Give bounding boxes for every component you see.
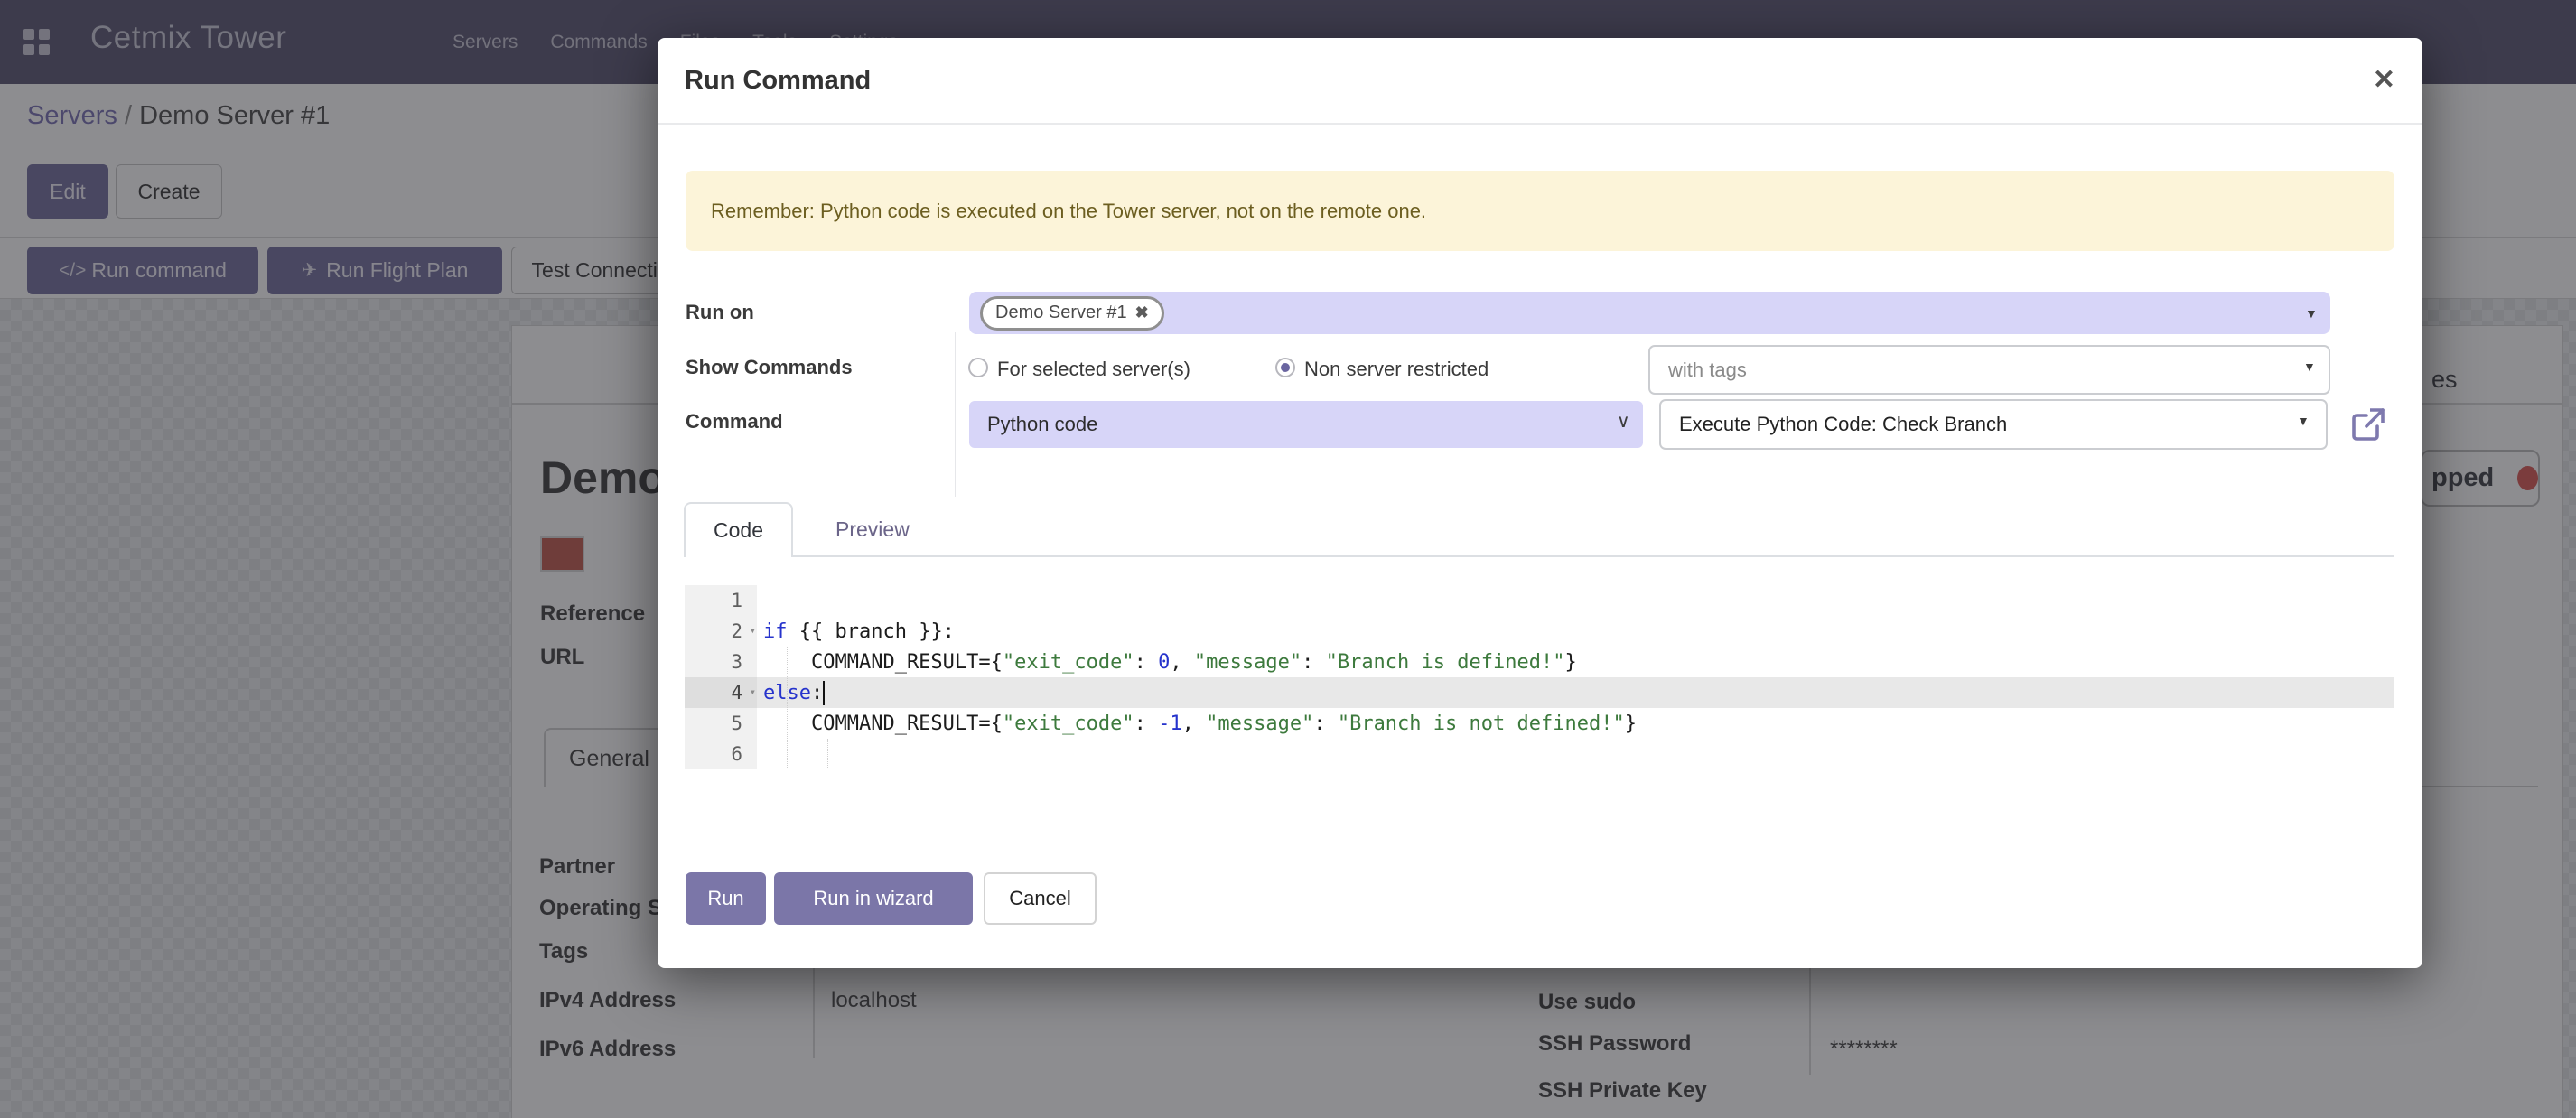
code-line-2[interactable]: 2▾if {{ branch }}: (685, 616, 2394, 647)
tab-preview[interactable]: Preview (835, 502, 910, 557)
fold-caret-icon[interactable]: ▾ (750, 624, 756, 637)
code-text: if {{ branch }}: (757, 616, 2394, 647)
external-link-icon[interactable] (2350, 406, 2386, 443)
run-on-field[interactable]: Demo Server #1 ✖ (969, 292, 2330, 334)
line-number: 1 (685, 585, 757, 616)
show-commands-label: Show Commands (686, 356, 853, 379)
radio-for-selected-servers[interactable] (968, 358, 988, 377)
code-text (757, 585, 2394, 616)
code-line-6[interactable]: 6 (685, 739, 2394, 769)
indent-guide (827, 739, 828, 769)
text-cursor (823, 681, 825, 705)
indent-guide (787, 647, 788, 769)
line-number: 6 (685, 739, 757, 769)
code-text: COMMAND_RESULT={"exit_code": -1, "messag… (757, 708, 2394, 739)
line-number: 3 (685, 647, 757, 677)
python-warning-banner: Remember: Python code is executed on the… (686, 171, 2394, 251)
dialog-header: Run Command ✕ (658, 38, 2422, 125)
code-line-3[interactable]: 3 COMMAND_RESULT={"exit_code": 0, "messa… (685, 647, 2394, 677)
radio-non-server-restricted[interactable] (1275, 358, 1295, 377)
radio-non-server-restricted-label[interactable]: Non server restricted (1304, 358, 1489, 381)
dropdown-caret-icon[interactable]: ▼ (2297, 414, 2310, 428)
command-label: Command (686, 410, 783, 433)
run-button[interactable]: Run (686, 872, 766, 925)
dialog-title: Run Command (685, 66, 871, 96)
tab-code[interactable]: Code (684, 502, 793, 557)
tabbar-border (684, 555, 2394, 557)
dropdown-caret-icon[interactable]: ▼ (2303, 359, 2316, 374)
line-number: 4▾ (685, 677, 757, 708)
run-in-wizard-button[interactable]: Run in wizard (774, 872, 973, 925)
tag-remove-icon[interactable]: ✖ (1135, 303, 1149, 322)
code-editor[interactable]: 12▾if {{ branch }}:3 COMMAND_RESULT={"ex… (685, 585, 2394, 769)
code-line-1[interactable]: 1 (685, 585, 2394, 616)
code-text (757, 739, 2394, 769)
server-tag: Demo Server #1 ✖ (980, 296, 1164, 331)
code-line-4[interactable]: 4▾else: (685, 677, 2394, 708)
form-column-divider (955, 332, 956, 497)
run-on-label: Run on (686, 301, 754, 324)
command-type-select[interactable]: Python code (969, 401, 1643, 448)
code-line-5[interactable]: 5 COMMAND_RESULT={"exit_code": -1, "mess… (685, 708, 2394, 739)
radio-for-selected-servers-label[interactable]: For selected server(s) (997, 358, 1190, 381)
close-icon[interactable]: ✕ (2373, 67, 2395, 94)
line-number: 5 (685, 708, 757, 739)
cancel-button[interactable]: Cancel (984, 872, 1097, 925)
code-text: else: (757, 677, 2394, 708)
command-select[interactable]: Execute Python Code: Check Branch (1659, 399, 2328, 450)
with-tags-input[interactable]: with tags (1648, 345, 2330, 395)
code-text: COMMAND_RESULT={"exit_code": 0, "message… (757, 647, 2394, 677)
fold-caret-icon[interactable]: ▾ (750, 685, 756, 698)
dropdown-caret-icon[interactable]: ▼ (2305, 306, 2318, 321)
run-command-dialog: Run Command ✕ Remember: Python code is e… (658, 38, 2422, 968)
line-number: 2▾ (685, 616, 757, 647)
select-chevron-icon: ∨ (1617, 410, 1630, 433)
